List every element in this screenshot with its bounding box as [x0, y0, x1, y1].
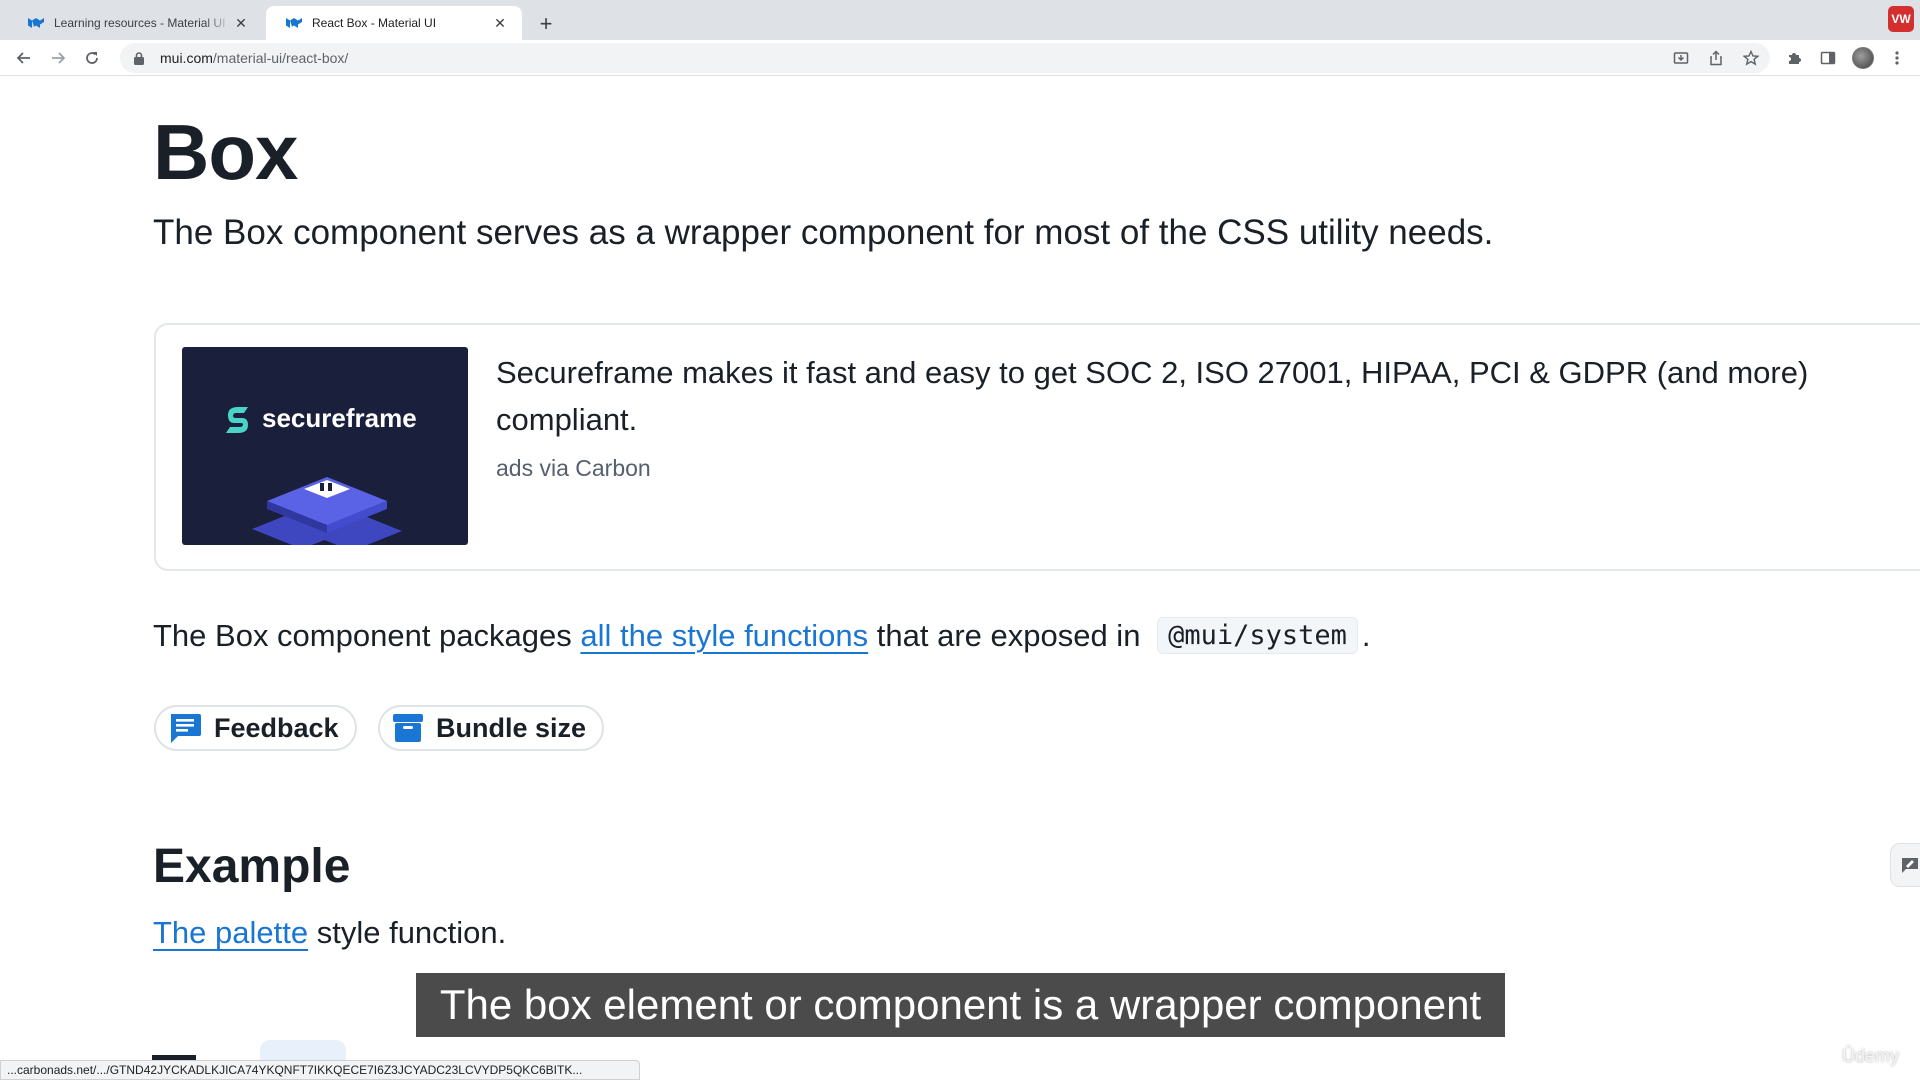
feedback-label: Feedback: [214, 712, 339, 743]
back-icon[interactable]: [10, 44, 38, 72]
ad-brand: secureframe: [262, 403, 417, 433]
secureframe-logo-icon: [226, 407, 248, 433]
para-text-middle: that are exposed in: [868, 617, 1150, 653]
soc2-cube-graphic: [252, 477, 402, 545]
share-icon[interactable]: [1704, 46, 1728, 70]
kebab-menu-icon[interactable]: [1885, 46, 1909, 70]
feedback-pencil-icon: [1902, 858, 1918, 873]
page-description: The Box component serves as a wrapper co…: [153, 213, 1494, 252]
ad-image[interactable]: secureframe: [182, 347, 468, 545]
reload-icon[interactable]: [78, 44, 106, 72]
profile-badge[interactable]: VW: [1888, 6, 1914, 32]
forward-icon[interactable]: [44, 44, 72, 72]
tab-title: Learning resources - Material UI: [54, 16, 226, 30]
page-content: Box The Box component serves as a wrappe…: [0, 77, 1920, 1080]
ad-text[interactable]: Secureframe makes it fast and easy to ge…: [496, 349, 1920, 443]
extensions-icon[interactable]: [1782, 46, 1806, 70]
example-description-text: style function.: [308, 915, 507, 950]
star-icon[interactable]: [1739, 46, 1763, 70]
mui-logo-icon: [286, 15, 302, 31]
para-text-after: .: [1361, 617, 1371, 653]
mui-system-code: @mui/system: [1157, 617, 1358, 654]
browser-toolbar: mui.com/material-ui/react-box/: [0, 40, 1920, 76]
style-functions-link[interactable]: all the style functions: [580, 618, 868, 654]
bundle-size-label: Bundle size: [436, 712, 587, 743]
packages-paragraph: The Box component packages all the style…: [153, 617, 1371, 654]
install-icon[interactable]: [1669, 46, 1693, 70]
side-panel-icon[interactable]: [1816, 46, 1840, 70]
tab-title: React Box - Material UI: [312, 16, 437, 30]
url-host: mui.com: [160, 50, 213, 66]
ad-via-carbon[interactable]: ads via Carbon: [496, 455, 651, 482]
mui-logo-icon: [28, 15, 44, 31]
tab-learning-resources[interactable]: Learning resources - Material UI ✕: [8, 6, 263, 40]
link-status-bar: ...carbonads.net/.../GTND42JYCKADLKJICA7…: [0, 1060, 640, 1080]
udemy-watermark: Ûdemy: [1842, 1046, 1900, 1066]
tab-close-icon[interactable]: ✕: [490, 13, 510, 33]
video-subtitle: The box element or component is a wrappe…: [416, 973, 1505, 1037]
page-title: Box: [153, 108, 298, 196]
tab-close-icon[interactable]: ✕: [231, 13, 251, 33]
example-description: The palette style function.: [153, 915, 506, 951]
palette-link[interactable]: The palette: [153, 915, 308, 950]
tab-react-box[interactable]: React Box - Material UI ✕: [266, 6, 522, 40]
avatar[interactable]: [1852, 47, 1874, 69]
example-heading: Example: [153, 840, 351, 893]
address-bar[interactable]: mui.com/material-ui/react-box/: [120, 43, 1770, 73]
package-icon: [392, 713, 424, 743]
new-tab-button[interactable]: +: [532, 10, 560, 38]
bundle-size-button[interactable]: Bundle size: [378, 705, 605, 751]
feedback-icon: [168, 712, 202, 744]
side-feedback-tab[interactable]: [1890, 843, 1920, 887]
para-text-before: The Box component packages: [153, 617, 581, 653]
feedback-button[interactable]: Feedback: [154, 705, 357, 751]
carbon-ad-card[interactable]: secureframe Secureframe makes it fast an…: [154, 323, 1920, 571]
browser-tab-strip: Learning resources - Material UI ✕ React…: [0, 0, 1920, 40]
lock-icon: [134, 51, 150, 65]
url-path: /material-ui/react-box/: [212, 50, 349, 66]
